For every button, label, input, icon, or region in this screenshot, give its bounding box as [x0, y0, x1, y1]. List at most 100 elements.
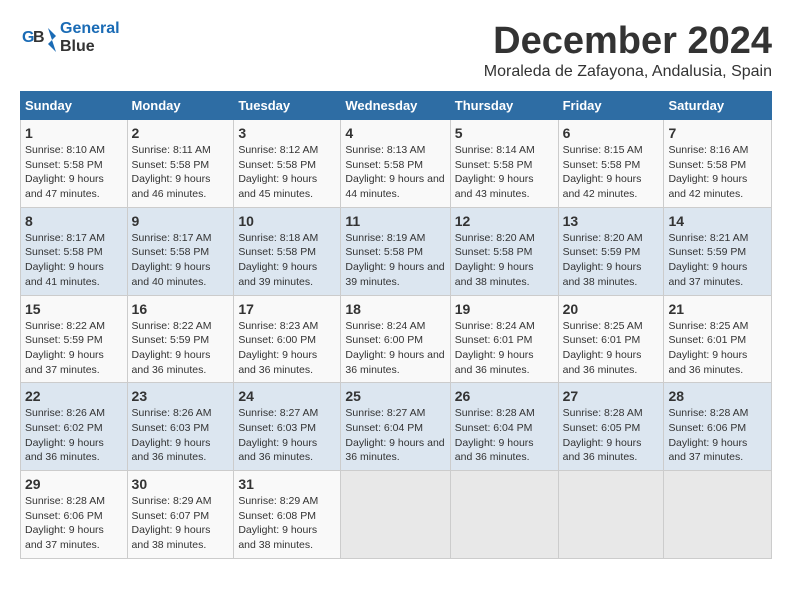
day-detail: Sunrise: 8:26 AMSunset: 6:02 PMDaylight:… [25, 407, 105, 463]
table-row: 22 Sunrise: 8:26 AMSunset: 6:02 PMDayligh… [21, 383, 772, 471]
day-detail: Sunrise: 8:28 AMSunset: 6:05 PMDaylight:… [563, 407, 643, 463]
day-cell: 14 Sunrise: 8:21 AMSunset: 5:59 PMDayligh… [664, 207, 772, 295]
calendar-table: Sunday Monday Tuesday Wednesday Thursday… [20, 91, 772, 559]
day-cell: 16 Sunrise: 8:22 AMSunset: 5:59 PMDayligh… [127, 295, 234, 383]
page-header: G B General Blue December 2024 Moraleda … [20, 20, 772, 81]
empty-cell [341, 471, 450, 559]
day-detail: Sunrise: 8:11 AMSunset: 5:58 PMDaylight:… [132, 144, 211, 200]
day-number: 22 [25, 388, 123, 404]
svg-text:B: B [33, 29, 45, 46]
day-number: 16 [132, 301, 230, 317]
day-number: 3 [238, 125, 336, 141]
day-cell: 22 Sunrise: 8:26 AMSunset: 6:02 PMDayligh… [21, 383, 128, 471]
col-thursday: Thursday [450, 92, 558, 120]
day-detail: Sunrise: 8:10 AMSunset: 5:58 PMDaylight:… [25, 144, 105, 200]
day-number: 31 [238, 476, 336, 492]
day-number: 26 [455, 388, 554, 404]
empty-cell [558, 471, 664, 559]
day-cell: 10 Sunrise: 8:18 AMSunset: 5:58 PMDayligh… [234, 207, 341, 295]
day-detail: Sunrise: 8:25 AMSunset: 6:01 PMDaylight:… [563, 320, 643, 376]
day-number: 28 [668, 388, 767, 404]
day-detail: Sunrise: 8:21 AMSunset: 5:59 PMDaylight:… [668, 232, 748, 288]
day-detail: Sunrise: 8:28 AMSunset: 6:04 PMDaylight:… [455, 407, 535, 463]
empty-cell [450, 471, 558, 559]
day-detail: Sunrise: 8:29 AMSunset: 6:07 PMDaylight:… [132, 495, 212, 551]
day-detail: Sunrise: 8:14 AMSunset: 5:58 PMDaylight:… [455, 144, 535, 200]
day-detail: Sunrise: 8:18 AMSunset: 5:58 PMDaylight:… [238, 232, 318, 288]
day-number: 4 [345, 125, 445, 141]
logo-general: General [60, 20, 120, 38]
day-detail: Sunrise: 8:13 AMSunset: 5:58 PMDaylight:… [345, 144, 444, 200]
day-number: 10 [238, 213, 336, 229]
col-tuesday: Tuesday [234, 92, 341, 120]
day-cell: 25 Sunrise: 8:27 AMSunset: 6:04 PMDayligh… [341, 383, 450, 471]
header-row: Sunday Monday Tuesday Wednesday Thursday… [21, 92, 772, 120]
day-detail: Sunrise: 8:17 AMSunset: 5:58 PMDaylight:… [132, 232, 212, 288]
day-detail: Sunrise: 8:26 AMSunset: 6:03 PMDaylight:… [132, 407, 212, 463]
day-detail: Sunrise: 8:24 AMSunset: 6:01 PMDaylight:… [455, 320, 535, 376]
col-sunday: Sunday [21, 92, 128, 120]
day-number: 7 [668, 125, 767, 141]
day-cell: 18Sunrise: 8:24 AMSunset: 6:00 PMDayligh… [341, 295, 450, 383]
day-cell: 26 Sunrise: 8:28 AMSunset: 6:04 PMDayligh… [450, 383, 558, 471]
day-cell: 3 Sunrise: 8:12 AMSunset: 5:58 PMDaylight… [234, 120, 341, 208]
day-number: 9 [132, 213, 230, 229]
day-cell: 17Sunrise: 8:23 AMSunset: 6:00 PMDayligh… [234, 295, 341, 383]
day-cell: 24Sunrise: 8:27 AMSunset: 6:03 PMDayligh… [234, 383, 341, 471]
day-number: 8 [25, 213, 123, 229]
day-number: 24 [238, 388, 336, 404]
day-cell: 31 Sunrise: 8:29 AMSunset: 6:08 PMDayligh… [234, 471, 341, 559]
logo-blue: Blue [60, 38, 120, 56]
day-number: 11 [345, 213, 445, 229]
day-cell: 11 Sunrise: 8:19 AMSunset: 5:58 PMDayligh… [341, 207, 450, 295]
day-cell: 2 Sunrise: 8:11 AMSunset: 5:58 PMDaylight… [127, 120, 234, 208]
day-detail: Sunrise: 8:22 AMSunset: 5:59 PMDaylight:… [132, 320, 212, 376]
day-detail: Sunrise: 8:22 AMSunset: 5:59 PMDaylight:… [25, 320, 105, 376]
day-cell: 6 Sunrise: 8:15 AMSunset: 5:58 PMDaylight… [558, 120, 664, 208]
day-number: 18 [345, 301, 445, 317]
day-cell: 1 Sunrise: 8:10 AMSunset: 5:58 PMDaylight… [21, 120, 128, 208]
day-cell: 9 Sunrise: 8:17 AMSunset: 5:58 PMDaylight… [127, 207, 234, 295]
location-title: Moraleda de Zafayona, Andalusia, Spain [484, 63, 772, 81]
day-detail: Sunrise: 8:28 AMSunset: 6:06 PMDaylight:… [668, 407, 748, 463]
day-detail: Sunrise: 8:12 AMSunset: 5:58 PMDaylight:… [238, 144, 318, 200]
day-cell: 23Sunrise: 8:26 AMSunset: 6:03 PMDayligh… [127, 383, 234, 471]
day-cell: 20 Sunrise: 8:25 AMSunset: 6:01 PMDayligh… [558, 295, 664, 383]
day-number: 15 [25, 301, 123, 317]
day-number: 20 [563, 301, 660, 317]
table-row: 1 Sunrise: 8:10 AMSunset: 5:58 PMDaylight… [21, 120, 772, 208]
col-wednesday: Wednesday [341, 92, 450, 120]
day-number: 25 [345, 388, 445, 404]
day-cell: 19 Sunrise: 8:24 AMSunset: 6:01 PMDayligh… [450, 295, 558, 383]
col-monday: Monday [127, 92, 234, 120]
day-detail: Sunrise: 8:25 AMSunset: 6:01 PMDaylight:… [668, 320, 748, 376]
day-cell: 29Sunrise: 8:28 AMSunset: 6:06 PMDayligh… [21, 471, 128, 559]
day-detail: Sunrise: 8:28 AMSunset: 6:06 PMDaylight:… [25, 495, 105, 551]
day-number: 2 [132, 125, 230, 141]
day-number: 6 [563, 125, 660, 141]
day-detail: Sunrise: 8:23 AMSunset: 6:00 PMDaylight:… [238, 320, 318, 376]
day-number: 19 [455, 301, 554, 317]
day-detail: Sunrise: 8:27 AMSunset: 6:04 PMDaylight:… [345, 407, 444, 463]
day-detail: Sunrise: 8:29 AMSunset: 6:08 PMDaylight:… [238, 495, 318, 551]
day-number: 27 [563, 388, 660, 404]
day-detail: Sunrise: 8:20 AMSunset: 5:58 PMDaylight:… [455, 232, 535, 288]
day-detail: Sunrise: 8:19 AMSunset: 5:58 PMDaylight:… [345, 232, 444, 288]
day-cell: 4 Sunrise: 8:13 AMSunset: 5:58 PMDaylight… [341, 120, 450, 208]
table-row: 29Sunrise: 8:28 AMSunset: 6:06 PMDayligh… [21, 471, 772, 559]
logo: G B General Blue [20, 20, 120, 56]
day-number: 12 [455, 213, 554, 229]
day-number: 14 [668, 213, 767, 229]
day-number: 13 [563, 213, 660, 229]
table-row: 8 Sunrise: 8:17 AMSunset: 5:58 PMDaylight… [21, 207, 772, 295]
day-detail: Sunrise: 8:17 AMSunset: 5:58 PMDaylight:… [25, 232, 105, 288]
day-cell: 7Sunrise: 8:16 AMSunset: 5:58 PMDaylight… [664, 120, 772, 208]
day-detail: Sunrise: 8:15 AMSunset: 5:58 PMDaylight:… [563, 144, 643, 200]
day-number: 1 [25, 125, 123, 141]
day-number: 21 [668, 301, 767, 317]
day-cell: 15 Sunrise: 8:22 AMSunset: 5:59 PMDayligh… [21, 295, 128, 383]
month-title: December 2024 [484, 20, 772, 63]
col-friday: Friday [558, 92, 664, 120]
title-block: December 2024 Moraleda de Zafayona, Anda… [484, 20, 772, 81]
day-cell: 27 Sunrise: 8:28 AMSunset: 6:05 PMDayligh… [558, 383, 664, 471]
